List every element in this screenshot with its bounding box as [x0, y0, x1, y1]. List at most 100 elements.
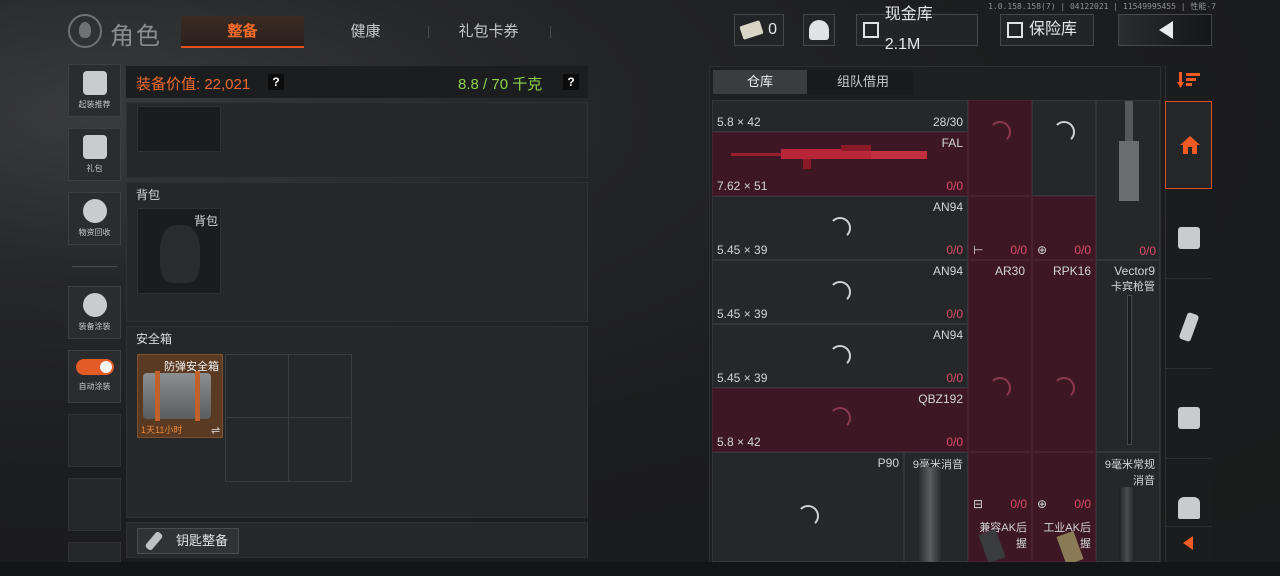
- weapon-name: P90: [877, 456, 899, 470]
- attachment-slot[interactable]: [968, 100, 1032, 196]
- ammo-count: 28/30: [932, 115, 963, 129]
- attachment-item-ak-grip[interactable]: ⊟ 0/0 兼容AK后握: [968, 452, 1032, 564]
- page-title: 角色: [110, 23, 162, 50]
- sort-icon[interactable]: [1177, 72, 1201, 90]
- safe-vault-icon: [1007, 22, 1023, 38]
- sidebar-item-label: 自动涂装: [78, 382, 111, 391]
- nav-clothing[interactable]: [1165, 461, 1212, 527]
- warehouse-grid: 5.8 × 42 28/30 FAL 7.62 × 51 0/0 AN94 5.…: [712, 100, 1160, 566]
- safe-grid-cell[interactable]: [288, 354, 352, 418]
- armor-slot[interactable]: [137, 106, 221, 152]
- sidebar-empty-slot: [68, 414, 121, 467]
- back-arrow-icon: [1159, 21, 1173, 39]
- supply-box-icon: [1178, 407, 1200, 429]
- slot-type-icon: ⊕: [1037, 243, 1048, 257]
- weapon-item-an94[interactable]: AN94 5.45 × 39 0/0: [712, 260, 968, 324]
- weapon-item-rpk16[interactable]: RPK16: [1032, 260, 1096, 452]
- tab-warehouse[interactable]: 仓库: [713, 70, 807, 94]
- robot-loadout-icon: [82, 71, 107, 95]
- sidebar-item-loadout-recommend[interactable]: 起装推荐: [68, 64, 121, 117]
- tab-loadout[interactable]: 整备: [181, 16, 304, 48]
- weapon-name: AN94: [932, 328, 963, 342]
- attachment-count: 0/0: [1074, 243, 1091, 257]
- weapon-item-ar30[interactable]: AR30: [968, 260, 1032, 452]
- sidebar-divider: [72, 266, 117, 267]
- backpack-slot-label: 背包: [194, 214, 219, 228]
- nav-medical[interactable]: [1165, 191, 1212, 279]
- collapse-arrow-icon[interactable]: [1183, 536, 1193, 550]
- value-help-icon[interactable]: ?: [268, 74, 284, 90]
- suppressor-icon: [919, 467, 941, 563]
- cash-vault-icon: [863, 22, 879, 38]
- bottom-strip: [0, 562, 1280, 576]
- weapon-item-an94[interactable]: AN94 5.45 × 39 0/0: [712, 324, 968, 388]
- back-button[interactable]: [1118, 14, 1212, 46]
- sidebar-item-recycle[interactable]: 物资回收: [68, 192, 121, 245]
- sidebar-item-label: 起装推荐: [78, 100, 111, 109]
- slot-type-icon: ⊕: [1037, 497, 1048, 511]
- attachment-item-vector-barrel[interactable]: Vector9 卡宾枪管: [1096, 260, 1160, 452]
- safe-vault-label: 保险库: [1029, 21, 1078, 38]
- cash-vault-button[interactable]: 现金库 2.1M: [856, 6, 978, 53]
- loading-icon: [1053, 121, 1075, 143]
- safe-case-strap: [195, 371, 200, 421]
- sidebar-item-label: 装备涂装: [78, 322, 111, 331]
- ticket-counter[interactable]: 0: [734, 14, 784, 46]
- tab-health[interactable]: 健康: [304, 16, 427, 48]
- loading-icon: [797, 505, 819, 527]
- sidebar-item-gift[interactable]: 礼包: [68, 128, 121, 181]
- attachment-slot[interactable]: [1032, 100, 1096, 196]
- weapon-caliber: 7.62 × 51: [717, 179, 768, 193]
- ammo-item[interactable]: 5.8 × 42 28/30: [712, 100, 968, 132]
- sidebar-item-paint[interactable]: 装备涂装: [68, 286, 121, 339]
- ticket-count: 0: [768, 21, 777, 38]
- attachment-slot[interactable]: ⊢ 0/0: [968, 196, 1032, 260]
- attachment-item-ak-grip[interactable]: ⊕ 0/0 工业AK后握: [1032, 452, 1096, 566]
- safe-case-icon: [143, 373, 211, 419]
- cash-vault-label: 现金库 2.1M: [884, 6, 933, 53]
- weapon-caliber: 5.8 × 42: [717, 435, 761, 449]
- sidebar-item-auto-paint[interactable]: 自动涂装: [68, 350, 121, 403]
- medkit-icon: [1178, 227, 1200, 249]
- recycle-icon: [82, 199, 107, 223]
- weapon-item-an94[interactable]: AN94 5.45 × 39 0/0: [712, 196, 968, 260]
- weapon-item-fal[interactable]: FAL 7.62 × 51 0/0: [712, 132, 968, 196]
- safe-grid-cell[interactable]: [288, 417, 352, 482]
- carry-weight: 8.8 / 70 千克: [458, 76, 543, 93]
- loading-icon: [989, 377, 1011, 399]
- character-logo-icon: [68, 14, 102, 48]
- tab-team-borrow[interactable]: 组队借用: [815, 70, 911, 94]
- suppressor-icon: [1119, 487, 1135, 563]
- safe-grid-cell[interactable]: [225, 354, 289, 418]
- ticket-icon: [739, 20, 764, 40]
- safe-case-strap: [155, 371, 160, 421]
- fal-rifle-icon: [731, 145, 927, 169]
- operator-icon: [809, 20, 829, 40]
- sidebar-empty-slot: [68, 542, 121, 562]
- nav-magazines[interactable]: [1165, 281, 1212, 369]
- auto-paint-toggle[interactable]: [75, 359, 114, 375]
- slot-type-icon: ⊢: [973, 243, 984, 257]
- attachment-slot[interactable]: ⊕ 0/0: [1032, 196, 1096, 260]
- loading-icon: [989, 121, 1011, 143]
- weight-help-icon[interactable]: ?: [563, 74, 579, 90]
- weapon-item-qbz192[interactable]: QBZ192 5.8 × 42 0/0: [712, 388, 968, 452]
- nav-all-home[interactable]: [1165, 101, 1212, 189]
- weapon-name: FAL: [941, 136, 963, 150]
- weapon-name: Vector9: [1114, 264, 1155, 278]
- weapon-item-p90[interactable]: P90: [712, 452, 904, 562]
- swap-icon[interactable]: ⇌: [211, 424, 220, 437]
- attachment-count: 0/0: [1010, 243, 1027, 257]
- equipment-value: 装备价值: 22,021: [136, 76, 251, 93]
- shirt-icon: [1178, 497, 1200, 519]
- nav-supplies[interactable]: [1165, 371, 1212, 459]
- safe-grid-cell[interactable]: [225, 417, 289, 482]
- weapon-caliber: 5.45 × 39: [717, 307, 768, 321]
- weapon-ammo-count: 0/0: [946, 371, 963, 385]
- safe-vault-button[interactable]: 保险库: [1000, 14, 1094, 46]
- operator-button[interactable]: [803, 14, 835, 46]
- tab-gift-cards[interactable]: 礼包卡券: [427, 16, 550, 48]
- attachment-item-normal-suppressor[interactable]: 9毫米常规消音: [1096, 452, 1160, 563]
- helmet-paint-icon: [82, 293, 107, 317]
- attachment-item-suppressor[interactable]: 9毫米消音: [904, 452, 968, 563]
